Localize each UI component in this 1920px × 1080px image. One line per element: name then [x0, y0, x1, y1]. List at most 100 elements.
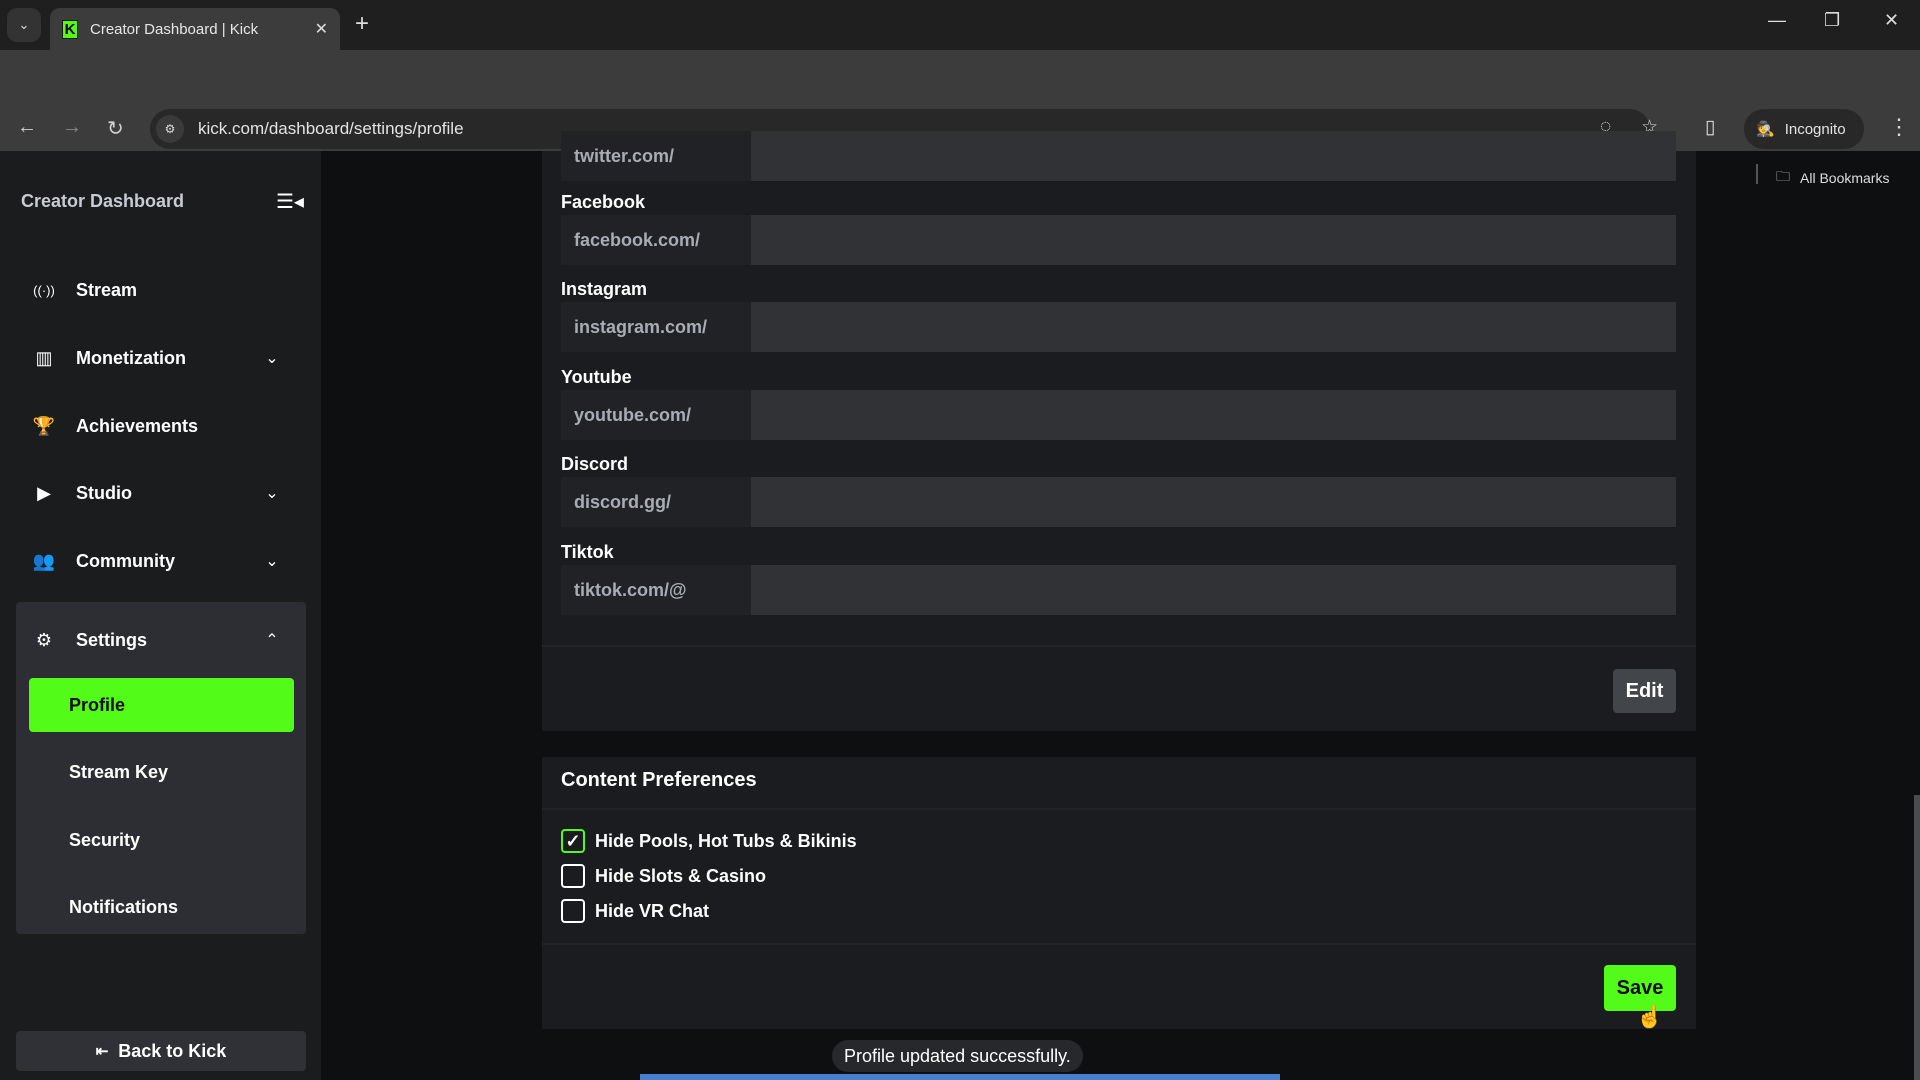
url-text[interactable]: kick.com/dashboard/settings/profile — [198, 119, 464, 139]
sidebar: Creator Dashboard ☰◂ ((·)) Stream ▥ Mone… — [0, 151, 321, 1080]
reload-icon[interactable]: ↻ — [107, 116, 124, 141]
pointer-cursor-icon: ☝ — [1636, 1004, 1664, 1029]
twitter-prefix: twitter.com/ — [561, 131, 751, 181]
youtube-input[interactable] — [751, 390, 1676, 440]
exit-icon: ⇤ — [95, 1043, 109, 1060]
tiktok-input[interactable] — [751, 565, 1676, 615]
back-icon[interactable]: ← — [17, 116, 37, 139]
tab-search-button[interactable]: ⌄ — [7, 8, 41, 42]
sidebar-item-stream[interactable]: ((·)) Stream — [16, 265, 306, 315]
checkmark-icon: ✓ — [565, 830, 581, 851]
checkbox-label: Hide Slots & Casino — [595, 865, 767, 886]
incognito-button[interactable]: 🕵 Incognito — [1744, 109, 1864, 149]
checkbox-label: Hide VR Chat — [595, 900, 710, 921]
youtube-label: Youtube — [561, 367, 632, 387]
sidebar-item-achievements[interactable]: 🏆 Achievements — [16, 401, 306, 451]
all-bookmarks-button[interactable]: 🗀 All Bookmarks — [1776, 166, 1889, 190]
facebook-label: Facebook — [561, 192, 646, 212]
sidebar-item-studio[interactable]: ▶ Studio ⌄ — [16, 468, 306, 518]
tab-title: Creator Dashboard | Kick — [90, 20, 259, 38]
back-to-kick-button[interactable]: ⇤ Back to Kick — [16, 1031, 306, 1071]
collapse-sidebar-icon[interactable]: ☰◂ — [276, 189, 304, 214]
tiktok-label: Tiktok — [561, 542, 614, 562]
edit-button[interactable]: Edit — [1613, 669, 1676, 713]
chevron-up-icon[interactable]: ⌃ — [260, 630, 284, 650]
content-preferences-title: Content Preferences — [561, 769, 757, 791]
browser-tab[interactable]: K Creator Dashboard | Kick ✕ — [50, 8, 340, 50]
kick-favicon-icon: K — [62, 19, 78, 39]
sidebar-item-monetization[interactable]: ▥ Monetization ⌄ — [16, 333, 306, 383]
youtube-prefix: youtube.com/ — [561, 390, 751, 440]
sidebar-subitem-profile[interactable]: Profile — [29, 678, 294, 732]
instagram-input[interactable] — [751, 302, 1676, 352]
twitter-input[interactable] — [751, 131, 1676, 181]
facebook-input[interactable] — [751, 215, 1676, 265]
discord-input[interactable] — [751, 477, 1676, 527]
sidebar-subitem-notifications[interactable]: Notifications — [29, 880, 294, 934]
tiktok-prefix: tiktok.com/@ — [561, 565, 751, 615]
sidebar-subitem-stream-key[interactable]: Stream Key — [29, 745, 294, 799]
youtube-field[interactable]: youtube.com/ — [561, 390, 1676, 440]
restore-icon[interactable]: ❐ — [1824, 10, 1840, 31]
facebook-field[interactable]: facebook.com/ — [561, 215, 1676, 265]
gear-icon: ⚙ — [35, 629, 53, 650]
checkbox-checked[interactable]: ✓ — [561, 829, 585, 853]
sidebar-item-settings[interactable]: ⚙ Settings ⌃ — [16, 615, 306, 665]
checkbox-label: Hide Pools, Hot Tubs & Bikinis — [595, 830, 857, 851]
tab-close-icon[interactable]: ✕ — [315, 19, 328, 39]
back-to-kick-label: Back to Kick — [118, 1040, 227, 1061]
bookmarks-divider — [1756, 164, 1758, 184]
new-tab-button[interactable]: + — [355, 10, 369, 38]
studio-play-icon: ▶ — [37, 482, 51, 503]
tab-strip: ⌄ K Creator Dashboard | Kick ✕ + — ❐ ✕ — [0, 0, 1920, 50]
twitter-field[interactable]: twitter.com/ — [561, 131, 1676, 181]
chevron-down-icon[interactable]: ⌄ — [260, 551, 284, 571]
success-toast: Profile updated successfully. — [832, 1040, 1083, 1072]
checkbox-unchecked[interactable] — [561, 864, 585, 888]
facebook-prefix: facebook.com/ — [561, 215, 751, 265]
panel-divider — [542, 645, 1696, 647]
checkbox-unchecked[interactable] — [561, 899, 585, 923]
hide-slots-checkbox-row[interactable]: Hide Slots & Casino — [561, 864, 766, 888]
all-bookmarks-label: All Bookmarks — [1800, 170, 1890, 186]
discord-field[interactable]: discord.gg/ — [561, 477, 1676, 527]
site-info-icon[interactable]: ⚙ — [156, 115, 184, 143]
discord-prefix: discord.gg/ — [561, 477, 751, 527]
hide-vr-chat-checkbox-row[interactable]: Hide VR Chat — [561, 899, 709, 923]
side-panel-icon[interactable]: ▯ — [1705, 116, 1715, 139]
chevron-down-icon: ⌄ — [18, 17, 30, 32]
panel-divider — [542, 808, 1696, 810]
tiktok-field[interactable]: tiktok.com/@ — [561, 565, 1676, 615]
sidebar-subitem-security[interactable]: Security — [29, 813, 294, 867]
chevron-down-icon[interactable]: ⌄ — [260, 483, 284, 503]
minimize-icon[interactable]: — — [1768, 10, 1786, 31]
folder-icon: 🗀 — [1776, 168, 1790, 184]
community-icon: 👥 — [32, 550, 56, 571]
forward-icon[interactable]: → — [62, 116, 82, 139]
sidebar-item-label: Monetization — [76, 347, 186, 368]
instagram-field[interactable]: instagram.com/ — [561, 302, 1676, 352]
panel-divider — [542, 943, 1696, 945]
hide-pools-checkbox-row[interactable]: ✓ Hide Pools, Hot Tubs & Bikinis — [561, 829, 857, 853]
sidebar-item-label: Stream — [76, 279, 138, 300]
incognito-icon: 🕵 — [1756, 121, 1775, 138]
chevron-down-icon[interactable]: ⌄ — [260, 348, 284, 368]
social-links-panel: twitter.com/ Facebook facebook.com/ Inst… — [542, 131, 1696, 731]
trophy-icon: 🏆 — [32, 415, 56, 436]
bar-chart-icon: ▥ — [35, 347, 53, 368]
discord-label: Discord — [561, 454, 629, 474]
instagram-prefix: instagram.com/ — [561, 302, 751, 352]
incognito-label: Incognito — [1784, 120, 1846, 138]
sidebar-item-label: Settings — [76, 629, 148, 650]
page-scrollbar[interactable] — [1914, 795, 1920, 1080]
sidebar-item-community[interactable]: 👥 Community ⌄ — [16, 536, 306, 586]
sidebar-item-label: Studio — [76, 482, 132, 503]
content-preferences-panel: Content Preferences ✓ Hide Pools, Hot Tu… — [542, 757, 1696, 1029]
window-close-icon[interactable]: ✕ — [1884, 10, 1899, 31]
sidebar-item-label: Community — [76, 550, 175, 571]
browser-menu-icon[interactable]: ⋮ — [1888, 114, 1910, 140]
settings-group: ⚙ Settings ⌃ Profile Stream Key Security… — [16, 602, 306, 934]
broadcast-icon: ((·)) — [33, 282, 55, 298]
instagram-label: Instagram — [561, 279, 648, 299]
toast-progress-bar — [640, 1074, 1280, 1080]
